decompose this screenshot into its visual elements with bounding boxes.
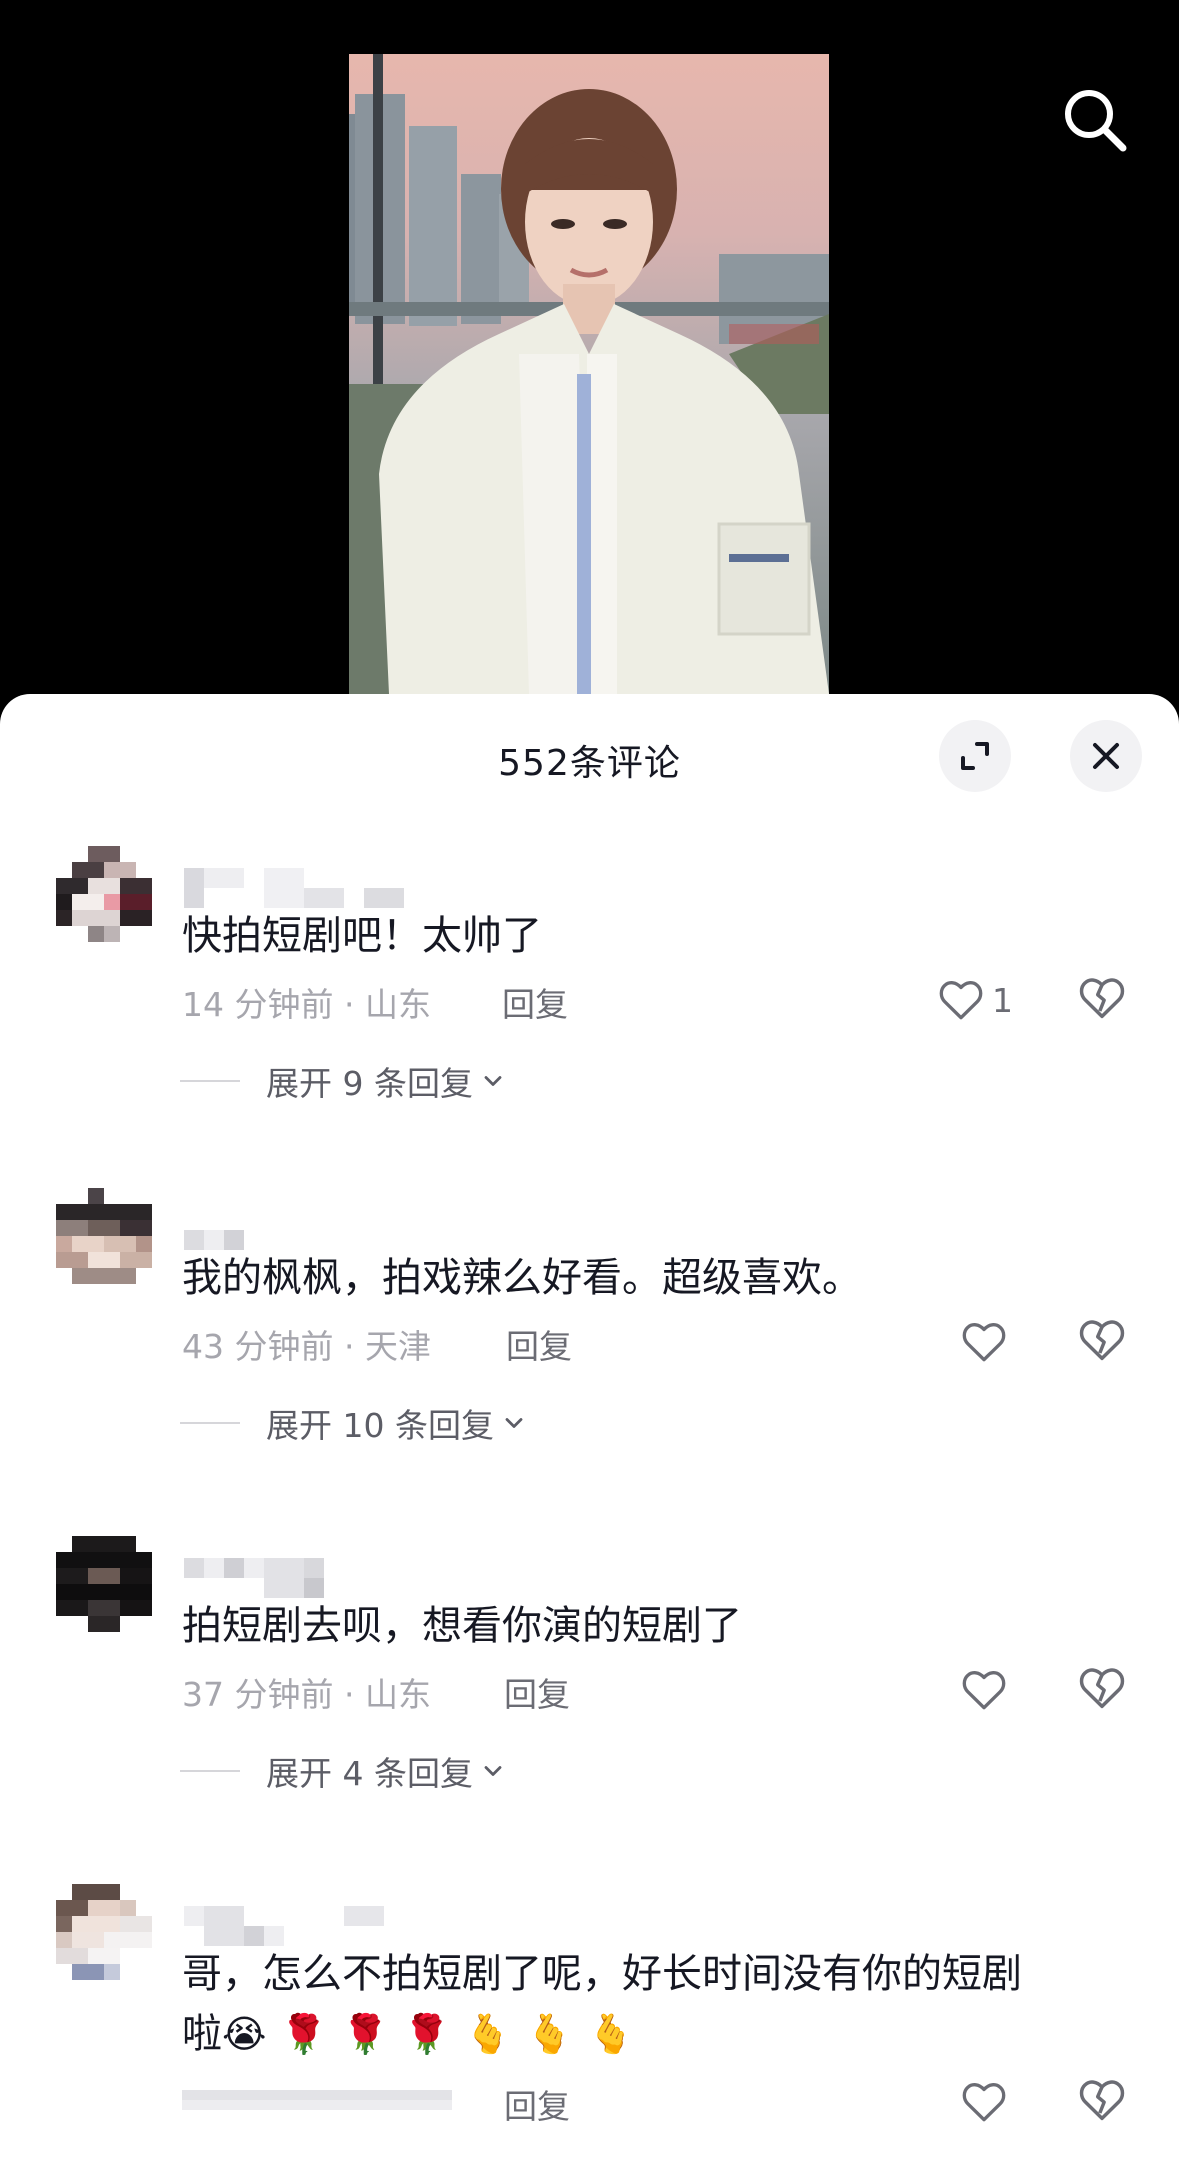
reply-button[interactable]: 回复 (506, 1320, 572, 1368)
avatar[interactable] (56, 1188, 152, 1300)
finger-heart-emoji: 🫰 (464, 2012, 512, 2056)
expand-replies-button[interactable]: 展开 10 条回复 (180, 1399, 528, 1447)
close-icon (1093, 743, 1119, 769)
broken-heart-icon (1079, 1320, 1125, 1361)
video-player[interactable] (0, 0, 1179, 720)
comment-text: 快拍短剧吧！太帅了 (182, 913, 542, 959)
finger-heart-emoji: 🫰 (525, 2012, 574, 2056)
video-frame[interactable] (349, 54, 829, 694)
expand-divider (180, 1770, 240, 1772)
dislike-button[interactable] (1076, 1314, 1132, 1370)
like-button[interactable] (959, 1662, 1015, 1718)
comment-text: 拍短剧去呗，想看你演的短剧了 (182, 1603, 742, 1649)
heart-outline-icon (962, 1323, 1006, 1362)
broken-heart-icon (1079, 2080, 1125, 2121)
finger-heart-emoji: 🫰 (587, 2012, 635, 2056)
chevron-down-icon (484, 1766, 502, 1776)
like-button[interactable] (959, 2074, 1015, 2130)
expand-replies-label: 展开 4 条回复 (266, 1754, 473, 1793)
heart-outline-icon (962, 2083, 1006, 2122)
username-redacted[interactable] (184, 868, 404, 908)
expand-icon (961, 742, 989, 770)
reply-button[interactable]: 回复 (504, 1668, 570, 1716)
like-button[interactable]: 1 (936, 972, 1013, 1028)
comment-text-line-2: 啦😭 🌹 🌹 🌹 🫰 🫰 🫰 (182, 2004, 1119, 2064)
search-icon (1065, 90, 1127, 152)
comment-text: 哥，怎么不拍短剧了呢，好长时间没有你的短剧 啦😭 🌹 🌹 🌹 🫰 🫰 🫰 (182, 1944, 1119, 2064)
expand-divider (180, 1080, 240, 1082)
avatar[interactable] (56, 1884, 152, 1996)
expand-replies-label: 展开 10 条回复 (266, 1406, 494, 1445)
comment-text-tail: 啦 (182, 2011, 222, 2057)
rose-emoji: 🌹 (280, 2012, 328, 2056)
heart-outline-icon (962, 1671, 1006, 1710)
crying-emoji: 😭 (222, 2012, 267, 2056)
comments-panel: 552条评论 快拍短剧吧！太帅了 14 分钟前 · 山东 回复 1 展开 9 条… (0, 694, 1179, 2175)
video-thumbnail-image (349, 54, 829, 694)
broken-heart-icon (1079, 978, 1125, 1019)
rose-emoji: 🌹 (341, 2012, 390, 2056)
username-redacted[interactable] (184, 1558, 404, 1598)
comment-text: 我的枫枫，拍戏辣么好看。超级喜欢。 (182, 1255, 862, 1301)
heart-outline-icon (939, 981, 983, 1020)
dislike-button[interactable] (1076, 1662, 1132, 1718)
dislike-button[interactable] (1076, 972, 1132, 1028)
like-button[interactable] (959, 1314, 1015, 1370)
dislike-button[interactable] (1076, 2074, 1132, 2130)
expand-replies-button[interactable]: 展开 9 条回复 (180, 1057, 507, 1105)
avatar[interactable] (56, 846, 152, 958)
chevron-down-icon (505, 1418, 523, 1428)
expand-replies-label: 展开 9 条回复 (266, 1064, 473, 1103)
username-redacted[interactable] (184, 1906, 404, 1946)
comment-time-location: 14 分钟前 · 山东 (182, 985, 431, 1024)
comment-time-location: 37 分钟前 · 山东 (182, 1675, 431, 1714)
expand-divider (180, 1422, 240, 1424)
expand-replies-button[interactable]: 展开 4 条回复 (180, 1747, 507, 1795)
username-redacted[interactable] (184, 1210, 404, 1250)
avatar[interactable] (56, 1536, 152, 1648)
like-count: 1 (992, 980, 1013, 1020)
close-comments-button[interactable] (1070, 720, 1142, 792)
broken-heart-icon (1079, 1668, 1125, 1709)
fullscreen-comments-button[interactable] (939, 720, 1011, 792)
chevron-down-icon (484, 1076, 502, 1086)
rose-emoji: 🌹 (403, 2012, 451, 2056)
comment-text-line: 哥，怎么不拍短剧了呢，好长时间没有你的短剧 (182, 1951, 1022, 1997)
comment-time-location: 43 分钟前 · 天津 (182, 1327, 431, 1366)
comment-time-location-redacted (182, 2080, 452, 2128)
reply-button[interactable]: 回复 (502, 978, 568, 1026)
reply-button[interactable]: 回复 (504, 2080, 570, 2128)
search-button[interactable] (1055, 80, 1135, 160)
